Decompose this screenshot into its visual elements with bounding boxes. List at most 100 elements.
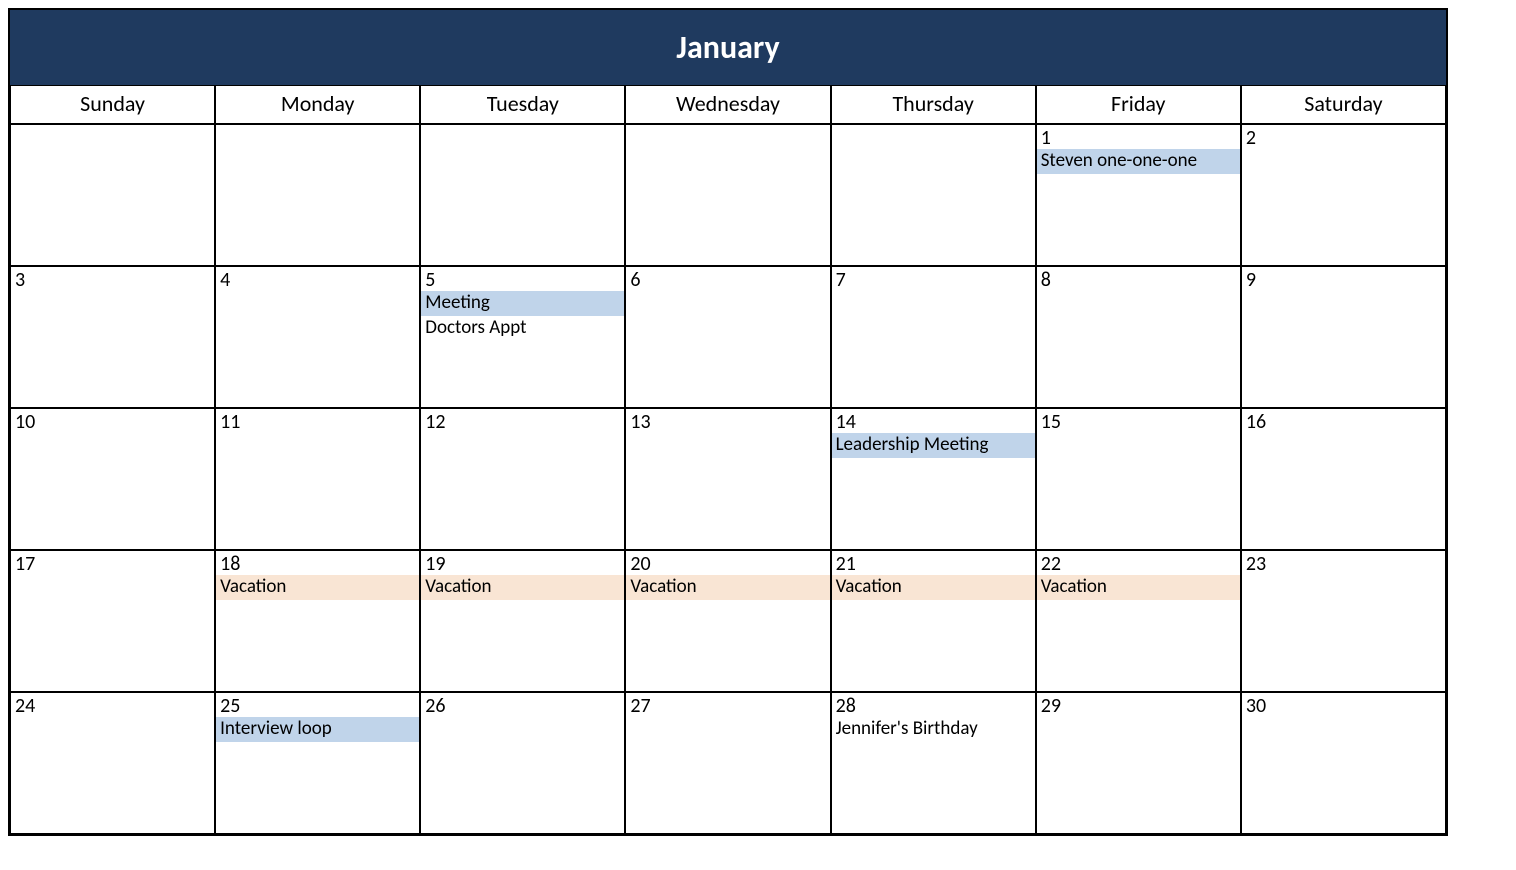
week-row: 345MeetingDoctors Appt6789 [10, 266, 1446, 408]
day-cell[interactable]: 4 [215, 266, 420, 408]
day-cell[interactable]: 5MeetingDoctors Appt [420, 266, 625, 408]
day-number: 15 [1037, 409, 1240, 433]
events-list: Vacation [626, 575, 829, 600]
calendar-event[interactable]: Meeting [421, 291, 624, 316]
day-number: 28 [832, 693, 1035, 717]
day-number [626, 125, 829, 127]
day-number [421, 125, 624, 127]
events-list: Steven one-one-one [1037, 149, 1240, 174]
day-number: 4 [216, 267, 419, 291]
day-cell[interactable]: 25Interview loop [215, 692, 420, 834]
weekday-header: Thursday [831, 85, 1036, 124]
calendar-event[interactable]: Steven one-one-one [1037, 149, 1240, 174]
events-list: MeetingDoctors Appt [421, 291, 624, 341]
day-cell[interactable]: 1Steven one-one-one [1036, 124, 1241, 266]
day-number: 1 [1037, 125, 1240, 149]
day-number: 8 [1037, 267, 1240, 291]
calendar-event[interactable]: Vacation [216, 575, 419, 600]
day-number: 24 [11, 693, 214, 717]
day-number: 23 [1242, 551, 1445, 575]
day-cell[interactable]: 18Vacation [215, 550, 420, 692]
day-number: 26 [421, 693, 624, 717]
day-cell[interactable]: 3 [10, 266, 215, 408]
calendar-event[interactable]: Jennifer's Birthday [832, 717, 1035, 742]
day-cell[interactable]: 23 [1241, 550, 1446, 692]
calendar-event[interactable]: Vacation [421, 575, 624, 600]
day-cell[interactable]: 27 [625, 692, 830, 834]
day-number: 9 [1242, 267, 1445, 291]
calendar-event[interactable]: Vacation [832, 575, 1035, 600]
week-row: 1Steven one-one-one2 [10, 124, 1446, 266]
day-cell[interactable]: 30 [1241, 692, 1446, 834]
weekday-header: Saturday [1241, 85, 1446, 124]
day-number: 6 [626, 267, 829, 291]
day-cell[interactable]: 7 [831, 266, 1036, 408]
day-number: 3 [11, 267, 214, 291]
day-number: 22 [1037, 551, 1240, 575]
day-cell[interactable]: 16 [1241, 408, 1446, 550]
day-number: 10 [11, 409, 214, 433]
weeks-grid: 1Steven one-one-one2345MeetingDoctors Ap… [10, 124, 1446, 834]
day-cell[interactable]: 28Jennifer's Birthday [831, 692, 1036, 834]
day-cell[interactable]: 13 [625, 408, 830, 550]
week-row: 1718Vacation19Vacation20Vacation21Vacati… [10, 550, 1446, 692]
day-number: 2 [1242, 125, 1445, 149]
day-cell[interactable]: 21Vacation [831, 550, 1036, 692]
calendar-event[interactable]: Vacation [1037, 575, 1240, 600]
day-cell[interactable]: 20Vacation [625, 550, 830, 692]
day-number: 30 [1242, 693, 1445, 717]
day-number: 29 [1037, 693, 1240, 717]
day-number: 5 [421, 267, 624, 291]
day-cell[interactable] [625, 124, 830, 266]
events-list: Leadership Meeting [832, 433, 1035, 458]
day-cell[interactable]: 17 [10, 550, 215, 692]
week-row: 2425Interview loop262728Jennifer's Birth… [10, 692, 1446, 834]
day-cell[interactable]: 8 [1036, 266, 1241, 408]
day-cell[interactable]: 10 [10, 408, 215, 550]
day-number [216, 125, 419, 127]
events-list: Vacation [421, 575, 624, 600]
day-cell[interactable]: 19Vacation [420, 550, 625, 692]
day-cell[interactable]: 15 [1036, 408, 1241, 550]
day-cell[interactable]: 26 [420, 692, 625, 834]
day-number [832, 125, 1035, 127]
events-list: Jennifer's Birthday [832, 717, 1035, 742]
day-number: 25 [216, 693, 419, 717]
events-list: Vacation [216, 575, 419, 600]
day-cell[interactable] [10, 124, 215, 266]
weekday-header: Tuesday [420, 85, 625, 124]
events-list: Vacation [832, 575, 1035, 600]
day-cell[interactable]: 22Vacation [1036, 550, 1241, 692]
day-number: 7 [832, 267, 1035, 291]
day-number [11, 125, 214, 127]
weekday-header: Wednesday [625, 85, 830, 124]
day-number: 19 [421, 551, 624, 575]
day-number: 21 [832, 551, 1035, 575]
calendar-event[interactable]: Interview loop [216, 717, 419, 742]
day-cell[interactable] [215, 124, 420, 266]
day-cell[interactable]: 9 [1241, 266, 1446, 408]
day-number: 20 [626, 551, 829, 575]
weekday-header: Monday [215, 85, 420, 124]
day-number: 14 [832, 409, 1035, 433]
month-title: January [10, 10, 1446, 85]
day-cell[interactable]: 2 [1241, 124, 1446, 266]
day-cell[interactable] [831, 124, 1036, 266]
day-number: 13 [626, 409, 829, 433]
day-cell[interactable]: 12 [420, 408, 625, 550]
weekday-header: Friday [1036, 85, 1241, 124]
day-cell[interactable] [420, 124, 625, 266]
calendar-event[interactable]: Leadership Meeting [832, 433, 1035, 458]
day-number: 11 [216, 409, 419, 433]
calendar-event[interactable]: Vacation [626, 575, 829, 600]
day-number: 27 [626, 693, 829, 717]
calendar: January Sunday Monday Tuesday Wednesday … [8, 8, 1448, 836]
weekday-header-row: Sunday Monday Tuesday Wednesday Thursday… [10, 85, 1446, 124]
day-cell[interactable]: 29 [1036, 692, 1241, 834]
week-row: 1011121314Leadership Meeting1516 [10, 408, 1446, 550]
day-cell[interactable]: 24 [10, 692, 215, 834]
day-cell[interactable]: 6 [625, 266, 830, 408]
calendar-event[interactable]: Doctors Appt [421, 316, 624, 341]
day-cell[interactable]: 11 [215, 408, 420, 550]
day-cell[interactable]: 14Leadership Meeting [831, 408, 1036, 550]
